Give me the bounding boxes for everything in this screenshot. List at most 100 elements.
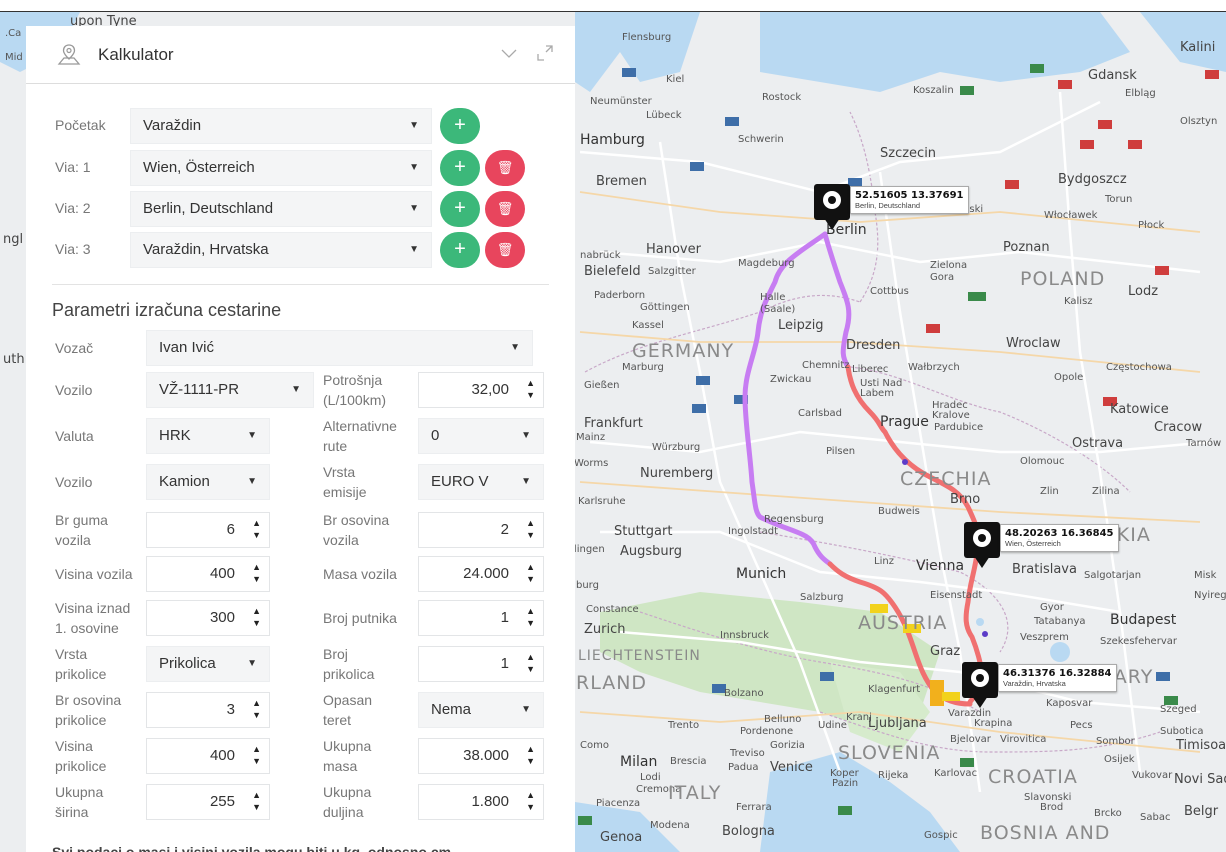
route-label: Via: 2 — [55, 200, 91, 216]
map-label: Como — [580, 740, 609, 751]
map-label: Leipzig — [778, 318, 824, 333]
height-input[interactable]: 400 ▲ ▼ — [146, 556, 270, 592]
map-label: Neumünster — [590, 96, 652, 107]
route-via1-select[interactable]: Wien, Österreich ▼ — [130, 150, 432, 186]
map-label: Gorizia — [770, 740, 805, 751]
map-label: Bydgoszcz — [1058, 172, 1127, 187]
add-waypoint-button[interactable]: + — [440, 191, 480, 227]
spinner-icon[interactable]: ▲ ▼ — [526, 377, 535, 401]
route-row-start: Početak Varaždin ▼ + — [26, 108, 575, 144]
map-label: RLAND — [576, 672, 648, 694]
spinner-icon[interactable]: ▲ ▼ — [252, 517, 261, 541]
spinner-icon[interactable]: ▲ ▼ — [252, 743, 261, 767]
map-label: Sabac — [1140, 812, 1171, 823]
map-label: Carlsbad — [798, 408, 843, 419]
route-value: Varaždin, Hrvatska — [143, 241, 269, 258]
spinner-icon[interactable]: ▲ ▼ — [252, 605, 261, 629]
driver-select[interactable]: Ivan Ivić ▼ — [146, 330, 533, 366]
mass-label: Masa vozila — [323, 566, 397, 582]
delete-waypoint-button[interactable]: 🗑 — [485, 150, 525, 186]
map-label: Bolzano — [724, 688, 764, 699]
vehicle-type-select[interactable]: Kamion ▼ — [146, 464, 270, 500]
map-label: AUSTRIA — [858, 612, 948, 634]
spinner-icon[interactable]: ▲ ▼ — [526, 789, 535, 813]
map-label: Vienna — [916, 558, 965, 574]
tires-input[interactable]: 6 ▲ ▼ — [146, 512, 270, 548]
map-label: Ljubljana — [868, 716, 927, 731]
map-label: Innsbruck — [720, 630, 769, 641]
trailer-count-input[interactable]: 1 ▲ ▼ — [418, 646, 544, 682]
expand-icon[interactable] — [535, 44, 555, 65]
tires-value: 6 — [226, 521, 235, 538]
spinner-icon[interactable]: ▲ ▼ — [252, 697, 261, 721]
trash-icon: 🗑 — [496, 242, 514, 257]
location-pin-icon — [962, 662, 998, 708]
route-via2-select[interactable]: Berlin, Deutschland ▼ — [130, 191, 432, 227]
currency-select[interactable]: HRK ▼ — [146, 418, 270, 454]
map-label: Ingolstadt — [728, 526, 779, 537]
route-via3-select[interactable]: Varaždin, Hrvatska ▼ — [130, 232, 432, 268]
mass-input[interactable]: 24.000 ▲ ▼ — [418, 556, 544, 592]
tires-label: Br guma vozila — [55, 512, 108, 548]
map-label: Karlovac — [934, 768, 978, 779]
map-label: Włocławek — [1044, 210, 1098, 221]
spinner-icon[interactable]: ▲ ▼ — [526, 743, 535, 767]
consumption-input[interactable]: 32,00 ▲ ▼ — [418, 372, 544, 408]
spinner-icon[interactable]: ▲ ▼ — [252, 789, 261, 813]
delete-waypoint-button[interactable]: 🗑 — [485, 191, 525, 227]
collapse-chevron-icon[interactable] — [499, 45, 519, 65]
map-label: Pordenone — [740, 726, 794, 737]
map-label: SLOVENIA — [838, 742, 941, 764]
trailer-axles-input[interactable]: 3 ▲ ▼ — [146, 692, 270, 728]
map-label: Torun — [1105, 194, 1133, 205]
map-label: Gospic — [924, 830, 958, 841]
height-axle1-input[interactable]: 300 ▲ ▼ — [146, 600, 270, 636]
map-label: Lübeck — [646, 110, 682, 121]
total-length-input[interactable]: 1.800 ▲ ▼ — [418, 784, 544, 820]
driver-label: Vozač — [55, 340, 94, 356]
map-label: Nyiregyh — [1194, 590, 1226, 601]
emission-select[interactable]: EURO V ▼ — [418, 464, 544, 500]
hazard-select[interactable]: Nema ▼ — [418, 692, 544, 728]
spinner-icon[interactable]: ▲ ▼ — [526, 605, 535, 629]
map-label: Trento — [668, 720, 700, 731]
route-value: Berlin, Deutschland — [143, 200, 274, 217]
add-waypoint-button[interactable]: + — [440, 232, 480, 268]
top-strip — [0, 0, 1226, 12]
axles-input[interactable]: 2 ▲ ▼ — [418, 512, 544, 548]
emission-value: EURO V — [431, 473, 489, 490]
map-label: Szeged — [1160, 704, 1197, 715]
caret-down-icon: ▼ — [409, 162, 419, 173]
total-width-input[interactable]: 255 ▲ ▼ — [146, 784, 270, 820]
spinner-icon[interactable]: ▲ ▼ — [526, 561, 535, 585]
marker-place: Wien, Österreich — [1005, 539, 1061, 548]
map-label: Sombor — [1096, 736, 1135, 747]
trailer-height-input[interactable]: 400 ▲ ▼ — [146, 738, 270, 774]
vehicle-plate-select[interactable]: VŽ-1111-PR ▼ — [146, 372, 314, 408]
spinner-icon[interactable]: ▲ ▼ — [526, 517, 535, 541]
section-title: Parametri izračuna cestarine — [52, 300, 282, 320]
spinner-icon[interactable]: ▲ ▼ — [252, 561, 261, 585]
alt-routes-select[interactable]: 0 ▼ — [418, 418, 544, 454]
map-label: Bjelovar — [950, 734, 991, 745]
map-label: Ferrara — [736, 802, 772, 813]
map-label: (Saale) — [760, 304, 796, 315]
route-label: Via: 3 — [55, 241, 91, 257]
map-label: Klagenfurt — [868, 684, 921, 695]
map-label: Rijeka — [878, 770, 909, 781]
passengers-input[interactable]: 1 ▲ ▼ — [418, 600, 544, 636]
trailer-type-select[interactable]: Prikolica ▼ — [146, 646, 270, 682]
route-start-select[interactable]: Varaždin ▼ — [130, 108, 432, 144]
caret-down-icon: ▼ — [247, 476, 257, 487]
add-waypoint-button[interactable]: + — [440, 150, 480, 186]
map-label: Flensburg — [622, 32, 672, 43]
trailer-height-value: 400 — [209, 747, 235, 764]
route-label: Početak — [55, 117, 106, 133]
spinner-icon[interactable]: ▲ ▼ — [526, 651, 535, 675]
map-label: Zwickau — [770, 374, 812, 385]
map-label: Augsburg — [620, 544, 683, 559]
add-waypoint-button[interactable]: + — [440, 108, 480, 144]
delete-waypoint-button[interactable]: 🗑 — [485, 232, 525, 268]
currency-value: HRK — [159, 427, 191, 444]
total-mass-input[interactable]: 38.000 ▲ ▼ — [418, 738, 544, 774]
